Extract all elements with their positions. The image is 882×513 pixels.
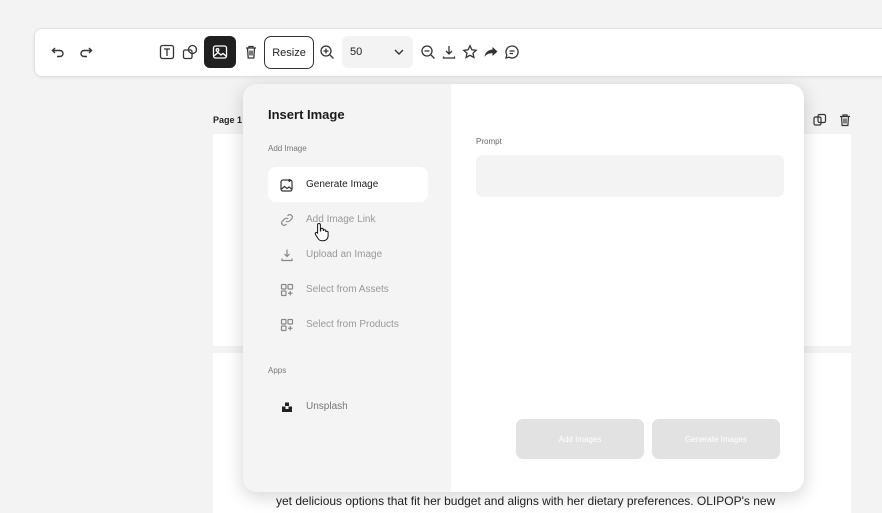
modal-title: Insert Image: [268, 107, 345, 122]
undo-icon[interactable]: [45, 39, 71, 65]
delete-page-icon[interactable]: [838, 113, 852, 127]
generate-images-button[interactable]: Generate Images: [652, 419, 780, 459]
comment-icon[interactable]: [499, 39, 525, 65]
menu-item-unsplash[interactable]: Unsplash: [268, 389, 428, 424]
redo-icon[interactable]: [73, 39, 99, 65]
modal-sidebar: Insert Image Add Image Generate Image Ad…: [243, 84, 451, 492]
menu-item-label: Upload an Image: [306, 249, 383, 260]
menu-item-select-products[interactable]: Select from Products: [268, 307, 428, 342]
grid-icon: [280, 283, 294, 297]
image-tool-button[interactable]: [204, 36, 236, 68]
duplicate-page-icon[interactable]: [813, 113, 827, 127]
add-images-button[interactable]: Add Images: [516, 419, 644, 459]
menu-item-label: Generate Image: [306, 179, 379, 190]
menu-item-add-image-link[interactable]: Add Image Link: [268, 202, 428, 237]
menu-item-label: Select from Products: [306, 319, 399, 330]
menu-item-generate-image[interactable]: Generate Image: [268, 167, 428, 202]
zoom-in-icon[interactable]: [314, 39, 340, 65]
image-icon: [212, 45, 228, 59]
prompt-input[interactable]: [476, 155, 784, 197]
shapes-icon[interactable]: [177, 39, 203, 65]
unsplash-icon: [280, 400, 294, 414]
hand-cursor-icon: [314, 222, 329, 242]
sparkle-image-icon: [280, 178, 294, 192]
zoom-value: 50: [350, 46, 363, 58]
menu-item-upload-image[interactable]: Upload an Image: [268, 237, 428, 272]
resize-button[interactable]: Resize: [264, 36, 314, 69]
add-image-section-label: Add Image: [268, 144, 307, 153]
prompt-label: Prompt: [476, 137, 502, 146]
top-toolbar: Resize 50: [34, 28, 882, 77]
page-text-line: yet delicious options that fit her budge…: [276, 494, 776, 508]
insert-image-modal: Insert Image Add Image Generate Image Ad…: [243, 84, 804, 492]
apps-section-label: Apps: [268, 366, 287, 375]
link-icon: [280, 213, 294, 227]
menu-item-label: Unsplash: [306, 401, 348, 412]
grid-icon: [280, 318, 294, 332]
menu-item-label: Select from Assets: [306, 284, 389, 295]
chevron-down-icon: [394, 49, 404, 55]
trash-icon[interactable]: [238, 39, 264, 65]
menu-item-select-assets[interactable]: Select from Assets: [268, 272, 428, 307]
zoom-select[interactable]: 50: [342, 36, 413, 68]
upload-icon: [280, 248, 294, 262]
